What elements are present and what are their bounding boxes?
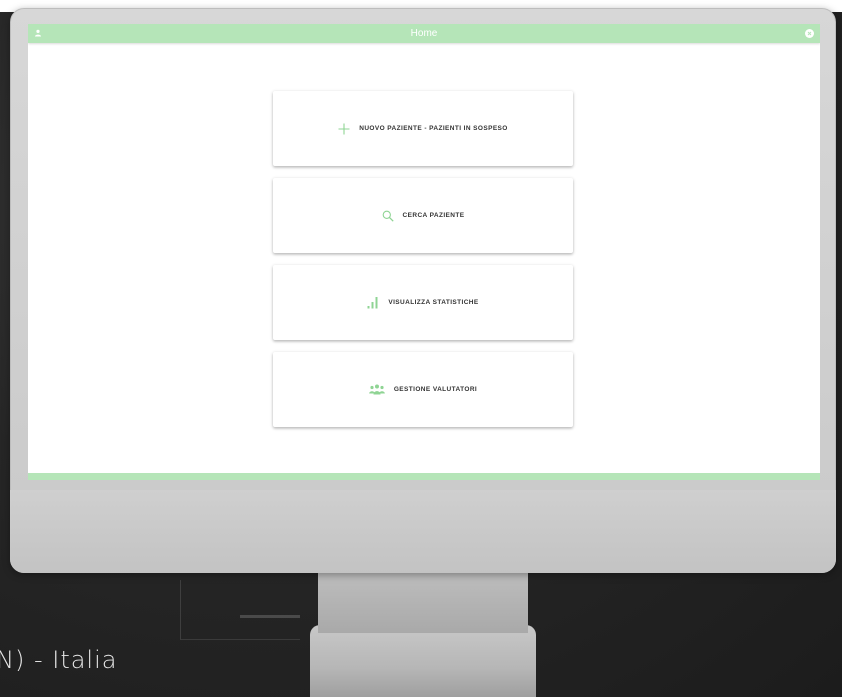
view-statistics-label: VISUALIZZA STATISTICHE [388, 299, 479, 306]
close-circle-icon[interactable] [805, 29, 814, 38]
search-icon [382, 210, 394, 222]
bar-chart-icon [367, 296, 379, 309]
app-screen: Home NUOVO PAZIENTE - PAZIENTI IN SOSPES… [28, 24, 820, 480]
monitor-stand-base [310, 625, 536, 697]
user-icon[interactable] [33, 28, 43, 38]
monitor-chin [10, 490, 836, 573]
background-decoration-line [240, 615, 300, 618]
manage-evaluators-label: GESTIONE VALUTATORI [393, 386, 478, 393]
plus-icon [338, 123, 350, 135]
search-patient-button[interactable]: CERCA PAZIENTE [273, 178, 573, 253]
bottom-bar [28, 473, 820, 480]
manage-evaluators-button[interactable]: GESTIONE VALUTATORI [273, 352, 573, 427]
title-bar: Home [28, 24, 820, 43]
new-patient-label: NUOVO PAZIENTE - PAZIENTI IN SOSPESO [359, 125, 508, 132]
window-title: Home [410, 28, 438, 39]
search-patient-label: CERCA PAZIENTE [402, 212, 465, 219]
monitor-stand-neck [318, 573, 528, 633]
background-decoration [180, 580, 300, 640]
new-patient-button[interactable]: NUOVO PAZIENTE - PAZIENTI IN SOSPESO [273, 91, 573, 166]
people-icon [369, 384, 385, 395]
view-statistics-button[interactable]: VISUALIZZA STATISTICHE [273, 265, 573, 340]
location-caption: N) - Italia [0, 646, 118, 674]
